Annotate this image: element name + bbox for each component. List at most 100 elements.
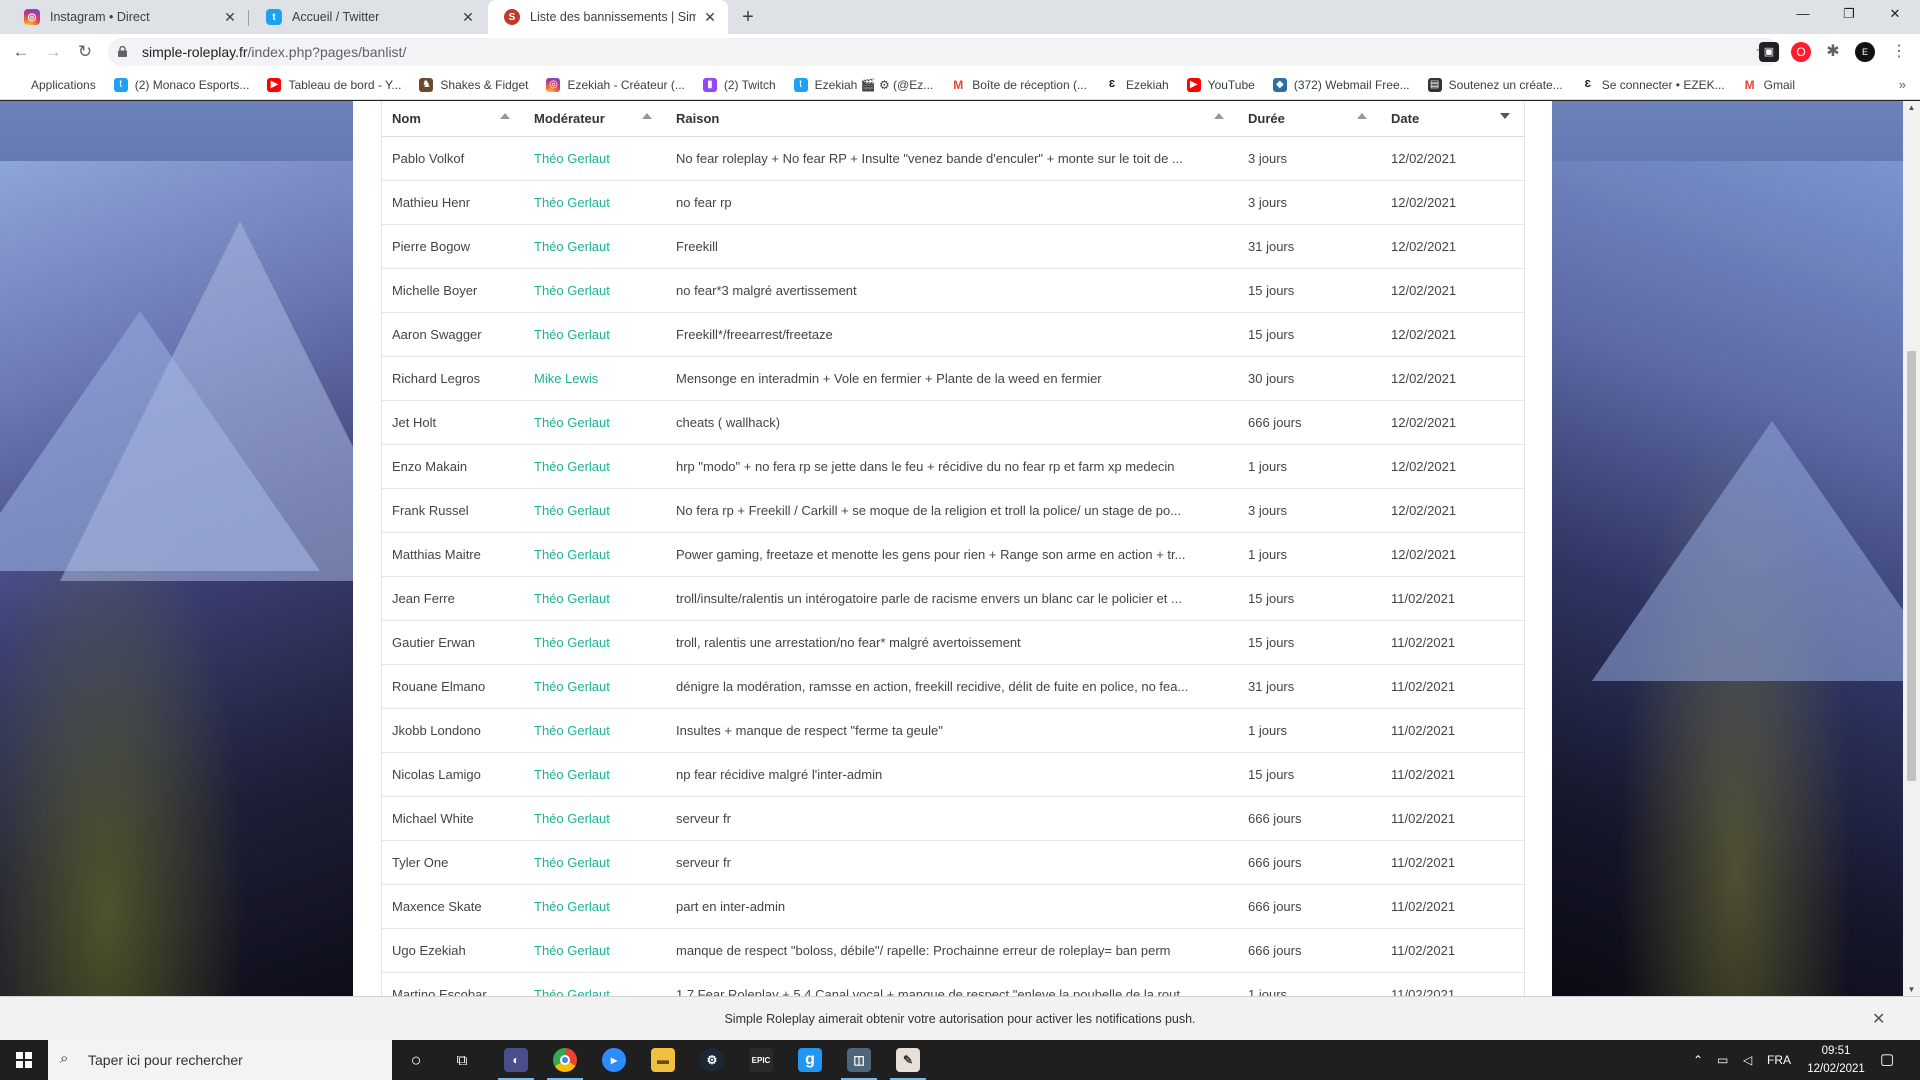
- tray-chevron-icon[interactable]: ⌃: [1693, 1040, 1703, 1080]
- bookmark-applications[interactable]: Applications: [12, 78, 96, 92]
- tab-banlist[interactable]: S Liste des bannissements | Simple ✕: [488, 0, 728, 34]
- sort-arrow-down-icon[interactable]: [1500, 113, 1510, 119]
- cell-date: 11/02/2021: [1381, 708, 1524, 753]
- steam-icon[interactable]: ⚙: [700, 1048, 724, 1072]
- extensions-puzzle-icon[interactable]: ✱: [1823, 42, 1843, 62]
- tab-title: Accueil / Twitter: [292, 10, 380, 24]
- cell-moderateur-link[interactable]: Théo Gerlaut: [524, 268, 666, 313]
- epic-games-icon[interactable]: EPIC: [749, 1048, 773, 1072]
- bookmark-twitch[interactable]: ▮ (2) Twitch: [702, 77, 776, 92]
- page-scrollbar[interactable]: ▲ ▼: [1903, 101, 1920, 996]
- bookmarks-overflow-button[interactable]: »: [1899, 77, 1906, 92]
- clock-date: 12/02/2021: [1807, 1063, 1865, 1075]
- taskbar-search-box[interactable]: ⌕ Taper ici pour rechercher: [48, 1040, 392, 1080]
- cell-moderateur-link[interactable]: Mike Lewis: [524, 356, 666, 401]
- lock-icon[interactable]: [118, 46, 127, 57]
- cell-moderateur-link[interactable]: Théo Gerlaut: [524, 576, 666, 621]
- column-header-date[interactable]: Date: [1381, 101, 1524, 137]
- cell-duree: 15 jours: [1238, 268, 1381, 313]
- bookmark-ezekiah-twitter[interactable]: t Ezekiah 🎬 ⚙ (@Ez...: [793, 77, 933, 92]
- profile-avatar[interactable]: E: [1855, 42, 1875, 62]
- address-bar[interactable]: simple-roleplay.fr/index.php?pages/banli…: [108, 38, 1780, 66]
- bookmark-label: Boîte de réception (...: [972, 77, 1087, 92]
- cell-moderateur-link[interactable]: Théo Gerlaut: [524, 532, 666, 577]
- cell-moderateur-link[interactable]: Théo Gerlaut: [524, 136, 666, 181]
- cell-moderateur-link[interactable]: Théo Gerlaut: [524, 664, 666, 709]
- bookmark-monaco-esports[interactable]: t (2) Monaco Esports...: [113, 77, 249, 92]
- opera-extension-icon[interactable]: O: [1791, 42, 1811, 62]
- game-launcher-icon[interactable]: ◫: [847, 1048, 871, 1072]
- taskbar-clock[interactable]: 09:51 12/02/2021: [1800, 1042, 1872, 1078]
- network-icon[interactable]: ▭: [1717, 1040, 1728, 1080]
- forward-arrow-icon[interactable]: →: [40, 39, 66, 65]
- extension-camera-icon[interactable]: ▣: [1759, 42, 1779, 62]
- minimize-icon[interactable]: —: [1780, 0, 1826, 30]
- cell-raison: Freekill*/freearrest/freetaze: [666, 312, 1238, 357]
- cell-moderateur-link[interactable]: Théo Gerlaut: [524, 620, 666, 665]
- cell-moderateur-link[interactable]: Théo Gerlaut: [524, 884, 666, 929]
- g-app-icon[interactable]: g: [798, 1048, 822, 1072]
- discord-like-app-icon[interactable]: ◐: [504, 1048, 528, 1072]
- cell-moderateur-link[interactable]: Théo Gerlaut: [524, 972, 666, 996]
- column-header-moderateur[interactable]: Modérateur: [524, 101, 666, 137]
- cell-moderateur-link[interactable]: Théo Gerlaut: [524, 796, 666, 841]
- cell-moderateur-link[interactable]: Théo Gerlaut: [524, 224, 666, 269]
- bookmark-webmail[interactable]: ◆ (372) Webmail Free...: [1272, 77, 1410, 92]
- gmail-icon: M: [1742, 77, 1757, 92]
- sort-arrow-icon[interactable]: [1214, 113, 1224, 119]
- cell-date: 12/02/2021: [1381, 136, 1524, 181]
- bookmark-ezekiah-login[interactable]: Ɛ Se connecter • EZEK...: [1580, 77, 1725, 92]
- restore-icon[interactable]: ❐: [1826, 0, 1872, 30]
- new-tab-button[interactable]: +: [736, 5, 760, 29]
- task-view-icon[interactable]: ⧉: [450, 1048, 474, 1072]
- paint-app-icon[interactable]: ✎: [896, 1048, 920, 1072]
- cell-moderateur-link[interactable]: Théo Gerlaut: [524, 180, 666, 225]
- cortana-icon[interactable]: ○: [404, 1048, 428, 1072]
- chrome-menu-icon[interactable]: ⋮: [1889, 42, 1909, 62]
- zoom-icon[interactable]: ▸: [602, 1048, 626, 1072]
- tab-close-icon[interactable]: ✕: [460, 9, 476, 26]
- cell-moderateur-link[interactable]: Théo Gerlaut: [524, 312, 666, 357]
- bookmark-shakes-fidget[interactable]: ♞ Shakes & Fidget: [419, 77, 528, 92]
- sort-arrow-icon[interactable]: [500, 113, 510, 119]
- column-header-duree[interactable]: Durée: [1238, 101, 1381, 137]
- chrome-icon[interactable]: [553, 1048, 577, 1072]
- cell-nom: Nicolas Lamigo: [382, 752, 524, 797]
- reload-icon[interactable]: ↻: [72, 39, 98, 65]
- file-explorer-icon[interactable]: ▬: [651, 1048, 675, 1072]
- column-header-raison[interactable]: Raison: [666, 101, 1238, 137]
- table-row: Jean Ferre Théo Gerlaut troll/insulte/rale…: [382, 576, 1524, 621]
- sort-arrow-icon[interactable]: [1357, 113, 1367, 119]
- bookmark-support-creator[interactable]: ▤ Soutenez un créate...: [1427, 77, 1563, 92]
- bookmark-gmail[interactable]: M Gmail: [1742, 77, 1795, 92]
- volume-icon[interactable]: ◁: [1743, 1040, 1752, 1080]
- bookmark-youtube-dashboard[interactable]: ▶ Tableau de bord - Y...: [267, 77, 401, 92]
- language-indicator[interactable]: FRA: [1767, 1040, 1791, 1080]
- notification-close-icon[interactable]: ✕: [1872, 1009, 1885, 1029]
- scrollbar-thumb[interactable]: [1907, 351, 1916, 781]
- close-window-icon[interactable]: ✕: [1872, 0, 1918, 30]
- column-header-nom[interactable]: Nom: [382, 101, 524, 137]
- bookmark-ezekiah[interactable]: Ɛ Ezekiah: [1104, 77, 1169, 92]
- cell-moderateur-link[interactable]: Théo Gerlaut: [524, 928, 666, 973]
- cell-duree: 666 jours: [1238, 928, 1381, 973]
- notifications-center-icon[interactable]: ▢: [1880, 1040, 1894, 1080]
- tab-twitter[interactable]: t Accueil / Twitter ✕: [250, 0, 486, 34]
- back-arrow-icon[interactable]: ←: [8, 39, 34, 65]
- scroll-up-arrow-icon[interactable]: ▲: [1903, 103, 1920, 112]
- bookmark-inbox[interactable]: M Boîte de réception (...: [951, 77, 1087, 92]
- bookmark-instagram-creator[interactable]: ◎ Ezekiah - Créateur (...: [546, 77, 685, 92]
- scroll-down-arrow-icon[interactable]: ▼: [1903, 985, 1920, 994]
- bookmark-youtube[interactable]: ▶ YouTube: [1186, 77, 1255, 92]
- cell-moderateur-link[interactable]: Théo Gerlaut: [524, 840, 666, 885]
- cell-moderateur-link[interactable]: Théo Gerlaut: [524, 708, 666, 753]
- tab-instagram[interactable]: ◎ Instagram • Direct ✕: [8, 0, 248, 34]
- tab-close-icon[interactable]: ✕: [702, 9, 718, 26]
- cell-moderateur-link[interactable]: Théo Gerlaut: [524, 752, 666, 797]
- cell-moderateur-link[interactable]: Théo Gerlaut: [524, 444, 666, 489]
- cell-moderateur-link[interactable]: Théo Gerlaut: [524, 488, 666, 533]
- start-button[interactable]: [0, 1040, 48, 1080]
- cell-moderateur-link[interactable]: Théo Gerlaut: [524, 400, 666, 445]
- sort-arrow-icon[interactable]: [642, 113, 652, 119]
- tab-close-icon[interactable]: ✕: [222, 9, 238, 26]
